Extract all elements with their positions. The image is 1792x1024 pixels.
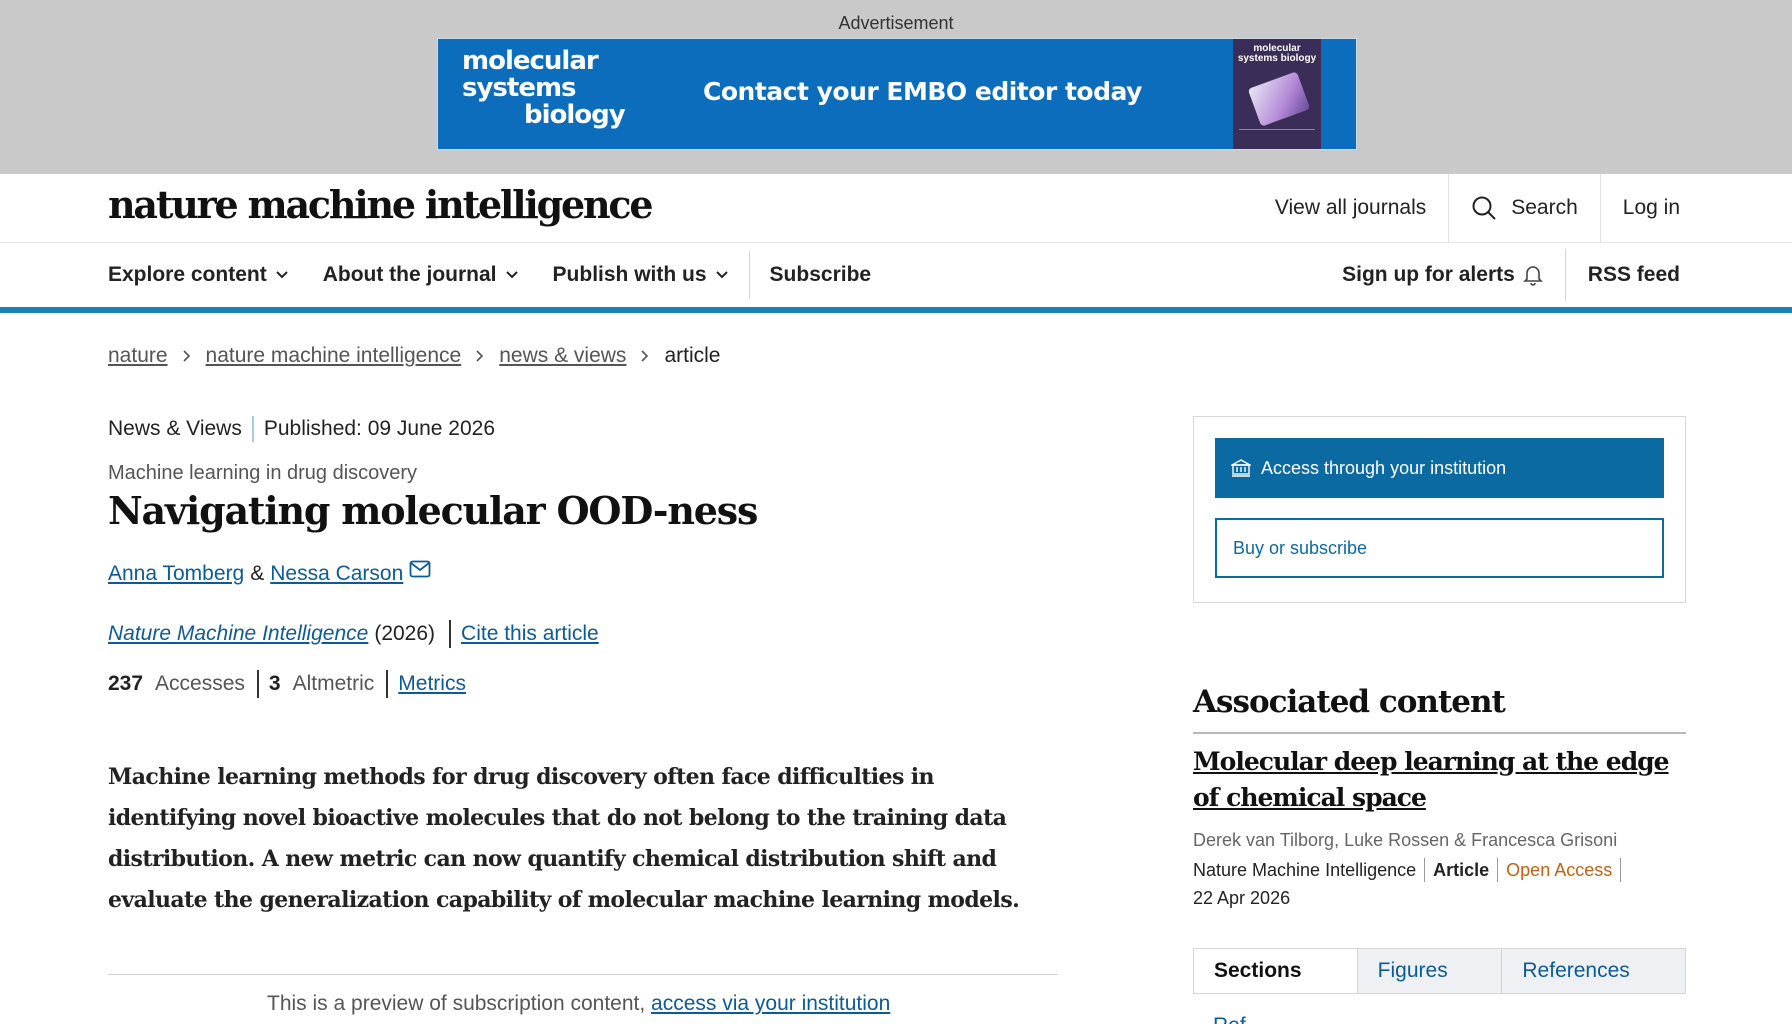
breadcrumb-journal[interactable]: nature machine intelligence — [206, 344, 462, 368]
associated-article-link[interactable]: Molecular deep learning at the edge of c… — [1193, 744, 1686, 816]
breadcrumb-news-views[interactable]: news & views — [499, 344, 626, 368]
associated-type: Article — [1433, 859, 1490, 880]
sidebar-tabs: Sections Figures References — [1193, 948, 1686, 994]
institution-icon — [1231, 459, 1251, 477]
associated-meta: Nature Machine Intelligence Article Open… — [1193, 858, 1629, 882]
access-institution-label: Access through your institution — [1261, 457, 1507, 478]
article-title: Navigating molecular OOD-ness — [108, 488, 758, 533]
published-date: Published: 09 June 2026 — [263, 417, 496, 440]
chevron-right-icon — [182, 350, 190, 362]
access-via-institution-link[interactable]: access via your institution — [651, 992, 890, 1015]
search-icon — [1472, 196, 1496, 220]
ad-logo-line: biology — [524, 100, 626, 130]
email-icon[interactable] — [409, 560, 431, 578]
article-type: News & Views — [108, 417, 242, 440]
publish-with-us-menu[interactable]: Publish with us — [553, 263, 729, 287]
explore-content-menu[interactable]: Explore content — [108, 263, 289, 287]
associated-meta-divider — [1497, 858, 1499, 882]
citation-divider — [449, 620, 452, 648]
tab-sections[interactable]: Sections — [1194, 949, 1357, 993]
accesses-count: 237 — [108, 672, 144, 695]
journal-name-link[interactable]: Nature Machine Intelligence — [108, 622, 368, 646]
citation-line: Nature Machine Intelligence (2026) Cite … — [108, 620, 599, 648]
chevron-right-icon — [641, 350, 649, 362]
associated-content-heading: Associated content — [1193, 684, 1506, 720]
associated-date: 22 Apr 2026 — [1193, 888, 1291, 908]
breadcrumb-nature[interactable]: nature — [108, 344, 168, 368]
sign-up-alerts-link[interactable]: Sign up for alerts — [1342, 263, 1543, 287]
journal-logo[interactable]: nature machine intelligence — [108, 182, 654, 227]
article-subject: Machine learning in drug discovery — [108, 462, 418, 484]
main-navigation: Explore content About the journal Publis… — [0, 243, 1792, 313]
author-separator: & — [250, 562, 265, 585]
bell-icon — [1522, 266, 1543, 286]
article-meta: News & Views Published: 09 June 2026 — [108, 416, 495, 442]
ad-cover-art — [1247, 71, 1311, 127]
meta-divider — [251, 416, 254, 442]
view-all-journals-link[interactable]: View all journals — [1253, 174, 1448, 242]
ad-logo: molecular systems biology — [462, 46, 626, 130]
chevron-down-icon — [275, 271, 288, 279]
article-standfirst: Machine learning methods for drug discov… — [108, 764, 1020, 913]
preview-text: This is a preview of subscription conten… — [267, 992, 652, 1015]
open-access-badge: Open Access — [1506, 859, 1613, 880]
search-label: Search — [1511, 196, 1578, 219]
cite-this-article-link[interactable]: Cite this article — [461, 622, 599, 646]
subscribe-link[interactable]: Subscribe — [770, 263, 872, 287]
author-link[interactable]: Nessa Carson — [270, 562, 403, 586]
content-divider — [108, 974, 1058, 975]
altmetric-label: Altmetric — [292, 672, 375, 695]
rss-feed-link[interactable]: RSS feed — [1588, 263, 1680, 287]
advertisement-region: Advertisement molecular systems biology … — [0, 0, 1792, 174]
ad-logo-line: molecular — [462, 46, 599, 76]
nav-divider — [1564, 249, 1566, 301]
header-links: View all journals Search Log in — [1253, 174, 1792, 242]
associated-meta-divider — [1424, 858, 1426, 882]
access-institution-button[interactable]: Access through your institution — [1215, 438, 1664, 498]
about-journal-menu[interactable]: About the journal — [323, 263, 519, 287]
associated-divider — [1193, 732, 1686, 734]
article-metrics: 237 Accesses 3 Altmetric Metrics — [108, 670, 466, 698]
chevron-right-icon — [476, 350, 484, 362]
chevron-down-icon — [505, 271, 518, 279]
ad-cover-title: molecular systems biology — [1237, 43, 1317, 64]
ad-journal-cover: molecular systems biology — [1233, 39, 1321, 149]
citation-year: (2026) — [374, 622, 436, 645]
preview-notice: This is a preview of subscription conten… — [267, 992, 890, 1016]
metrics-link[interactable]: Metrics — [398, 672, 466, 696]
buy-subscribe-button[interactable]: Buy or subscribe — [1215, 518, 1664, 578]
access-options: Access through your institution Buy or s… — [1193, 416, 1686, 603]
nav-divider — [748, 251, 750, 299]
explore-content-label: Explore content — [108, 263, 267, 286]
altmetric-count: 3 — [268, 672, 281, 695]
sections-list-item[interactable]: Ref — [1213, 1014, 1246, 1024]
tab-references[interactable]: References — [1501, 949, 1686, 993]
ad-cover-footer — [1239, 129, 1315, 143]
metrics-divider — [256, 670, 259, 698]
sign-up-alerts-label: Sign up for alerts — [1342, 263, 1515, 286]
metrics-divider — [386, 670, 389, 698]
site-header: nature machine intelligence View all jou… — [0, 174, 1792, 243]
accesses-label: Accesses — [155, 672, 245, 695]
publish-with-us-label: Publish with us — [552, 263, 707, 286]
associated-journal: Nature Machine Intelligence — [1193, 859, 1417, 880]
associated-authors: Derek van Tilborg, Luke Rossen & Frances… — [1193, 830, 1618, 850]
advertisement-label: Advertisement — [838, 13, 954, 33]
tab-figures[interactable]: Figures — [1356, 949, 1502, 993]
author-list: Anna Tomberg & Nessa Carson — [108, 560, 431, 586]
ad-logo-line: systems — [462, 73, 577, 103]
ad-cta-text: Contact your EMBO editor today — [703, 77, 1142, 106]
breadcrumb: nature nature machine intelligence news … — [108, 344, 720, 368]
login-link[interactable]: Log in — [1599, 174, 1792, 242]
search-button[interactable]: Search — [1448, 174, 1600, 242]
author-link[interactable]: Anna Tomberg — [108, 562, 244, 586]
ad-banner[interactable]: molecular systems biology Contact your E… — [437, 38, 1357, 150]
associated-meta-divider — [1620, 858, 1622, 882]
chevron-down-icon — [715, 271, 728, 279]
about-journal-label: About the journal — [322, 263, 497, 286]
breadcrumb-current: article — [664, 344, 721, 367]
